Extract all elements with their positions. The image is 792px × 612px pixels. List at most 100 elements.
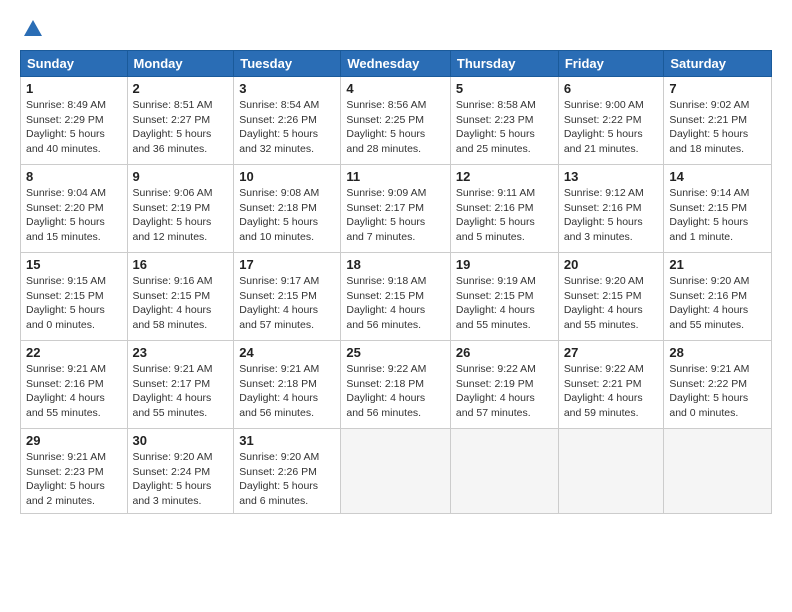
day-number: 18 — [346, 257, 445, 272]
day-number: 4 — [346, 81, 445, 96]
day-detail: Sunrise: 9:09 AMSunset: 2:17 PMDaylight:… — [346, 186, 445, 245]
day-number: 23 — [133, 345, 229, 360]
day-detail: Sunrise: 9:06 AMSunset: 2:19 PMDaylight:… — [133, 186, 229, 245]
day-detail: Sunrise: 9:16 AMSunset: 2:15 PMDaylight:… — [133, 274, 229, 333]
calendar-header-day: Friday — [558, 51, 664, 77]
calendar-cell: 8Sunrise: 9:04 AMSunset: 2:20 PMDaylight… — [21, 165, 128, 253]
calendar-week-row: 15 Sunrise: 9:15 AMSunset: 2:15 PMDayligh… — [21, 253, 772, 341]
calendar-cell: 12Sunrise: 9:11 AMSunset: 2:16 PMDayligh… — [450, 165, 558, 253]
day-number: 2 — [133, 81, 229, 96]
day-detail: Sunrise: 9:22 AMSunset: 2:19 PMDaylight:… — [456, 362, 553, 421]
header — [20, 18, 772, 40]
day-detail: Sunrise: 9:22 AMSunset: 2:21 PMDaylight:… — [564, 362, 659, 421]
day-number: 25 — [346, 345, 445, 360]
calendar-week-row: 1Sunrise: 8:49 AMSunset: 2:29 PMDaylight… — [21, 77, 772, 165]
day-number: 19 — [456, 257, 553, 272]
calendar-header-day: Monday — [127, 51, 234, 77]
calendar-cell — [664, 429, 772, 514]
day-detail: Sunrise: 9:17 AMSunset: 2:15 PMDaylight:… — [239, 274, 335, 333]
day-number: 27 — [564, 345, 659, 360]
calendar-cell: 11 Sunrise: 9:09 AMSunset: 2:17 PMDayligh… — [341, 165, 451, 253]
day-number: 3 — [239, 81, 335, 96]
day-number: 14 — [669, 169, 766, 184]
day-detail: Sunrise: 9:21 AMSunset: 2:22 PMDaylight:… — [669, 362, 766, 421]
day-detail: Sunrise: 9:20 AMSunset: 2:26 PMDaylight:… — [239, 450, 335, 509]
calendar-cell: 22 Sunrise: 9:21 AMSunset: 2:16 PMDayligh… — [21, 341, 128, 429]
day-number: 17 — [239, 257, 335, 272]
calendar-cell: 31 Sunrise: 9:20 AMSunset: 2:26 PMDayligh… — [234, 429, 341, 514]
calendar-cell: 15 Sunrise: 9:15 AMSunset: 2:15 PMDayligh… — [21, 253, 128, 341]
calendar-cell: 28 Sunrise: 9:21 AMSunset: 2:22 PMDayligh… — [664, 341, 772, 429]
day-detail: Sunrise: 8:54 AMSunset: 2:26 PMDaylight:… — [239, 98, 335, 157]
day-number: 31 — [239, 433, 335, 448]
calendar-cell: 20 Sunrise: 9:20 AMSunset: 2:15 PMDayligh… — [558, 253, 664, 341]
day-number: 30 — [133, 433, 229, 448]
day-detail: Sunrise: 9:20 AMSunset: 2:24 PMDaylight:… — [133, 450, 229, 509]
calendar-cell: 21 Sunrise: 9:20 AMSunset: 2:16 PMDayligh… — [664, 253, 772, 341]
calendar-header-day: Saturday — [664, 51, 772, 77]
calendar-cell: 1Sunrise: 8:49 AMSunset: 2:29 PMDaylight… — [21, 77, 128, 165]
day-detail: Sunrise: 9:08 AMSunset: 2:18 PMDaylight:… — [239, 186, 335, 245]
calendar-cell: 13 Sunrise: 9:12 AMSunset: 2:16 PMDayligh… — [558, 165, 664, 253]
day-detail: Sunrise: 9:22 AMSunset: 2:18 PMDaylight:… — [346, 362, 445, 421]
calendar-cell: 6Sunrise: 9:00 AMSunset: 2:22 PMDaylight… — [558, 77, 664, 165]
calendar-cell: 23 Sunrise: 9:21 AMSunset: 2:17 PMDayligh… — [127, 341, 234, 429]
calendar-cell — [341, 429, 451, 514]
calendar-cell: 25 Sunrise: 9:22 AMSunset: 2:18 PMDayligh… — [341, 341, 451, 429]
calendar-body: 1Sunrise: 8:49 AMSunset: 2:29 PMDaylight… — [21, 77, 772, 514]
day-number: 7 — [669, 81, 766, 96]
day-detail: Sunrise: 9:21 AMSunset: 2:17 PMDaylight:… — [133, 362, 229, 421]
day-detail: Sunrise: 9:00 AMSunset: 2:22 PMDaylight:… — [564, 98, 659, 157]
day-detail: Sunrise: 9:18 AMSunset: 2:15 PMDaylight:… — [346, 274, 445, 333]
day-detail: Sunrise: 8:49 AMSunset: 2:29 PMDaylight:… — [26, 98, 122, 157]
calendar-week-row: 8Sunrise: 9:04 AMSunset: 2:20 PMDaylight… — [21, 165, 772, 253]
calendar-cell: 7 Sunrise: 9:02 AMSunset: 2:21 PMDaylight… — [664, 77, 772, 165]
day-number: 21 — [669, 257, 766, 272]
day-detail: Sunrise: 9:21 AMSunset: 2:18 PMDaylight:… — [239, 362, 335, 421]
day-number: 10 — [239, 169, 335, 184]
day-detail: Sunrise: 9:15 AMSunset: 2:15 PMDaylight:… — [26, 274, 122, 333]
calendar-cell: 30 Sunrise: 9:20 AMSunset: 2:24 PMDayligh… — [127, 429, 234, 514]
calendar-cell: 17 Sunrise: 9:17 AMSunset: 2:15 PMDayligh… — [234, 253, 341, 341]
day-number: 28 — [669, 345, 766, 360]
day-number: 22 — [26, 345, 122, 360]
day-number: 24 — [239, 345, 335, 360]
day-detail: Sunrise: 9:20 AMSunset: 2:16 PMDaylight:… — [669, 274, 766, 333]
day-detail: Sunrise: 8:56 AMSunset: 2:25 PMDaylight:… — [346, 98, 445, 157]
day-detail: Sunrise: 9:20 AMSunset: 2:15 PMDaylight:… — [564, 274, 659, 333]
day-detail: Sunrise: 9:21 AMSunset: 2:16 PMDaylight:… — [26, 362, 122, 421]
calendar-cell: 29 Sunrise: 9:21 AMSunset: 2:23 PMDayligh… — [21, 429, 128, 514]
calendar-cell: 4 Sunrise: 8:56 AMSunset: 2:25 PMDaylight… — [341, 77, 451, 165]
day-number: 26 — [456, 345, 553, 360]
page: SundayMondayTuesdayWednesdayThursdayFrid… — [0, 0, 792, 524]
calendar-cell: 14Sunrise: 9:14 AMSunset: 2:15 PMDayligh… — [664, 165, 772, 253]
day-number: 15 — [26, 257, 122, 272]
calendar-cell: 19Sunrise: 9:19 AMSunset: 2:15 PMDayligh… — [450, 253, 558, 341]
calendar-week-row: 22 Sunrise: 9:21 AMSunset: 2:16 PMDayligh… — [21, 341, 772, 429]
day-detail: Sunrise: 9:11 AMSunset: 2:16 PMDaylight:… — [456, 186, 553, 245]
calendar-cell — [450, 429, 558, 514]
calendar-cell: 24 Sunrise: 9:21 AMSunset: 2:18 PMDayligh… — [234, 341, 341, 429]
day-detail: Sunrise: 9:12 AMSunset: 2:16 PMDaylight:… — [564, 186, 659, 245]
day-number: 11 — [346, 169, 445, 184]
day-number: 5 — [456, 81, 553, 96]
day-number: 20 — [564, 257, 659, 272]
calendar-header-day: Tuesday — [234, 51, 341, 77]
calendar-cell: 27 Sunrise: 9:22 AMSunset: 2:21 PMDayligh… — [558, 341, 664, 429]
day-detail: Sunrise: 9:21 AMSunset: 2:23 PMDaylight:… — [26, 450, 122, 509]
calendar-cell: 16 Sunrise: 9:16 AMSunset: 2:15 PMDayligh… — [127, 253, 234, 341]
calendar-cell: 10 Sunrise: 9:08 AMSunset: 2:18 PMDayligh… — [234, 165, 341, 253]
calendar-cell — [558, 429, 664, 514]
calendar-cell: 18 Sunrise: 9:18 AMSunset: 2:15 PMDayligh… — [341, 253, 451, 341]
calendar-cell: 26 Sunrise: 9:22 AMSunset: 2:19 PMDayligh… — [450, 341, 558, 429]
day-detail: Sunrise: 9:02 AMSunset: 2:21 PMDaylight:… — [669, 98, 766, 157]
day-number: 29 — [26, 433, 122, 448]
day-detail: Sunrise: 9:04 AMSunset: 2:20 PMDaylight:… — [26, 186, 122, 245]
day-detail: Sunrise: 8:58 AMSunset: 2:23 PMDaylight:… — [456, 98, 553, 157]
calendar-week-row: 29 Sunrise: 9:21 AMSunset: 2:23 PMDayligh… — [21, 429, 772, 514]
day-number: 13 — [564, 169, 659, 184]
calendar-header-day: Sunday — [21, 51, 128, 77]
logo — [20, 18, 44, 40]
day-number: 16 — [133, 257, 229, 272]
calendar-cell: 9Sunrise: 9:06 AMSunset: 2:19 PMDaylight… — [127, 165, 234, 253]
